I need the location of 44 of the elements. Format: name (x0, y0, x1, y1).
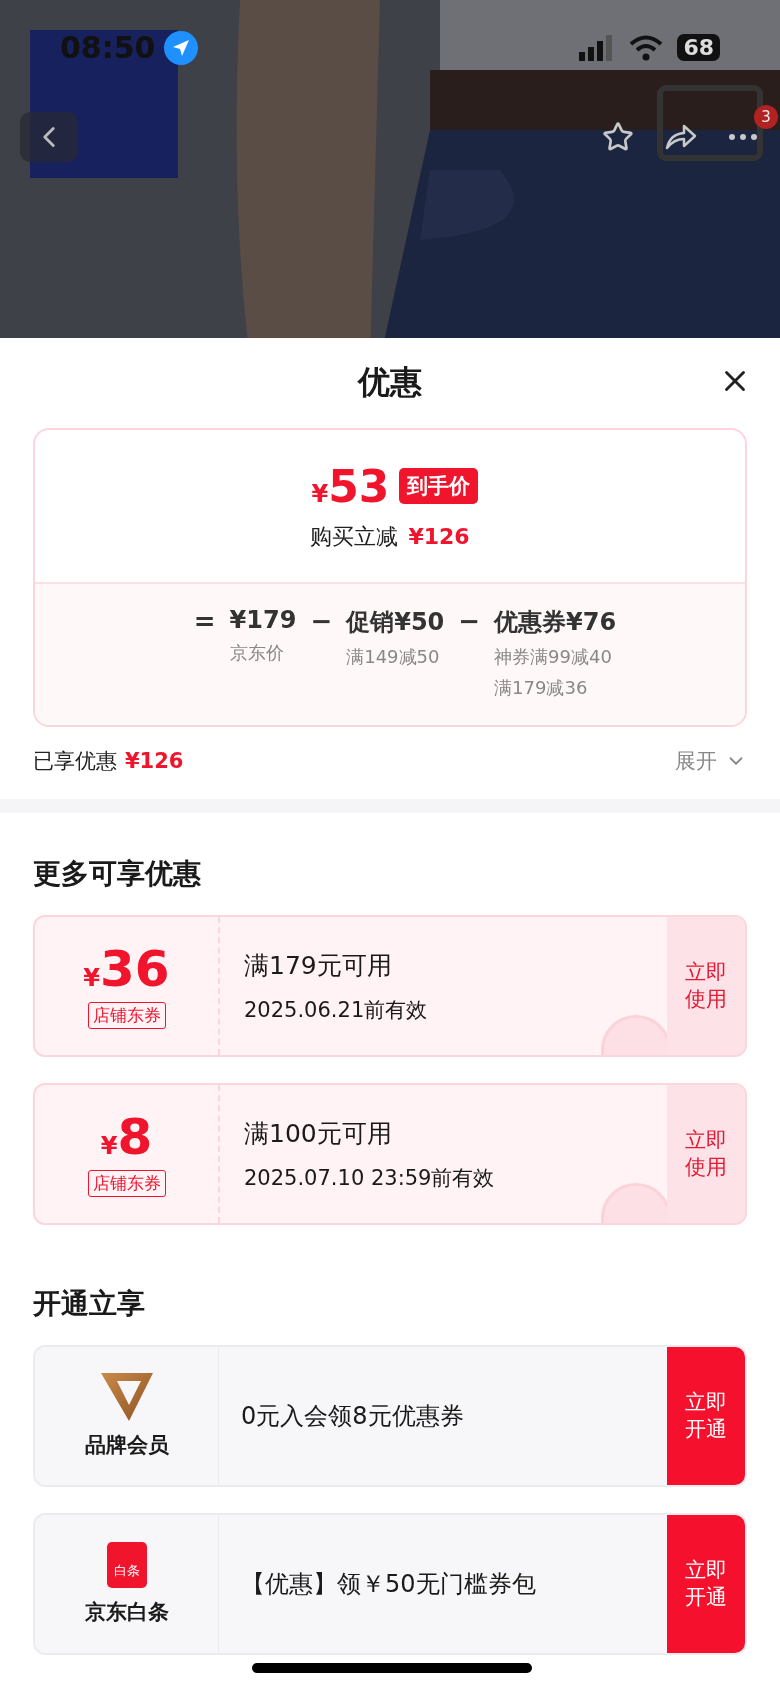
coupon-validity: 2025.06.21前有效 (244, 996, 429, 1024)
offer-name: 品牌会员 (84, 1432, 169, 1459)
operator-sign: = (193, 606, 216, 638)
more-icon (728, 133, 758, 141)
expand-button[interactable]: 展开 (675, 747, 747, 775)
term-note: 满179减36 (494, 676, 589, 699)
operator-sign: − (310, 606, 333, 638)
coupon-validity: 2025.07.10 23:59前有效 (244, 1164, 496, 1192)
term-note: 满149减50 (346, 646, 441, 669)
location-icon (163, 30, 198, 65)
coupon-amount: ¥36 (83, 943, 170, 994)
offer-name: 京东白条 (84, 1599, 169, 1626)
coupon-condition: 满100元可用 (244, 1117, 393, 1150)
activate-button[interactable]: 立即开通 (667, 1347, 745, 1485)
saving-label: 购买立减 (310, 522, 399, 551)
use-coupon-button[interactable]: 立即使用 (667, 917, 745, 1055)
use-coupon-button[interactable]: 立即使用 (667, 1085, 745, 1223)
brand-logo-icon (100, 1373, 153, 1421)
battery-level: 68 (677, 34, 720, 61)
final-price-tag: 到手价 (399, 468, 479, 504)
enjoyed-amount: ¥126 (125, 749, 184, 773)
saving-amount: ¥126 (408, 524, 470, 549)
price-term: 促销¥50 (346, 607, 445, 638)
operator-sign: − (458, 606, 481, 638)
enjoyed-label: 已享优惠 (33, 748, 117, 775)
coupon-tag: 店铺东券 (87, 1001, 166, 1029)
section-title: 开通立享 (32, 1286, 146, 1322)
offer-text: 0元入会领8元优惠券 (240, 1401, 465, 1432)
price-term: 优惠券¥76 (494, 607, 617, 638)
back-button[interactable] (20, 112, 78, 162)
term-note: 神券满99减40 (494, 646, 613, 669)
coupon-condition: 满179元可用 (244, 949, 393, 982)
coupon-amount: ¥8 (100, 1111, 153, 1162)
term-note: 京东价 (229, 642, 285, 665)
wifi-icon (629, 34, 664, 61)
activate-button[interactable]: 立即开通 (667, 1515, 745, 1653)
sheet-title: 优惠 (358, 362, 422, 403)
price-term: ¥179 (229, 606, 297, 634)
section-title: 更多可享优惠 (32, 856, 202, 892)
offer-text: 【优惠】领￥50无门槛券包 (240, 1569, 537, 1600)
baitiao-app-icon: 白条 (106, 1542, 147, 1588)
final-price: ¥53 (311, 460, 390, 512)
coupon-tag: 店铺东券 (87, 1169, 166, 1197)
status-time: 08:50 (60, 30, 156, 65)
